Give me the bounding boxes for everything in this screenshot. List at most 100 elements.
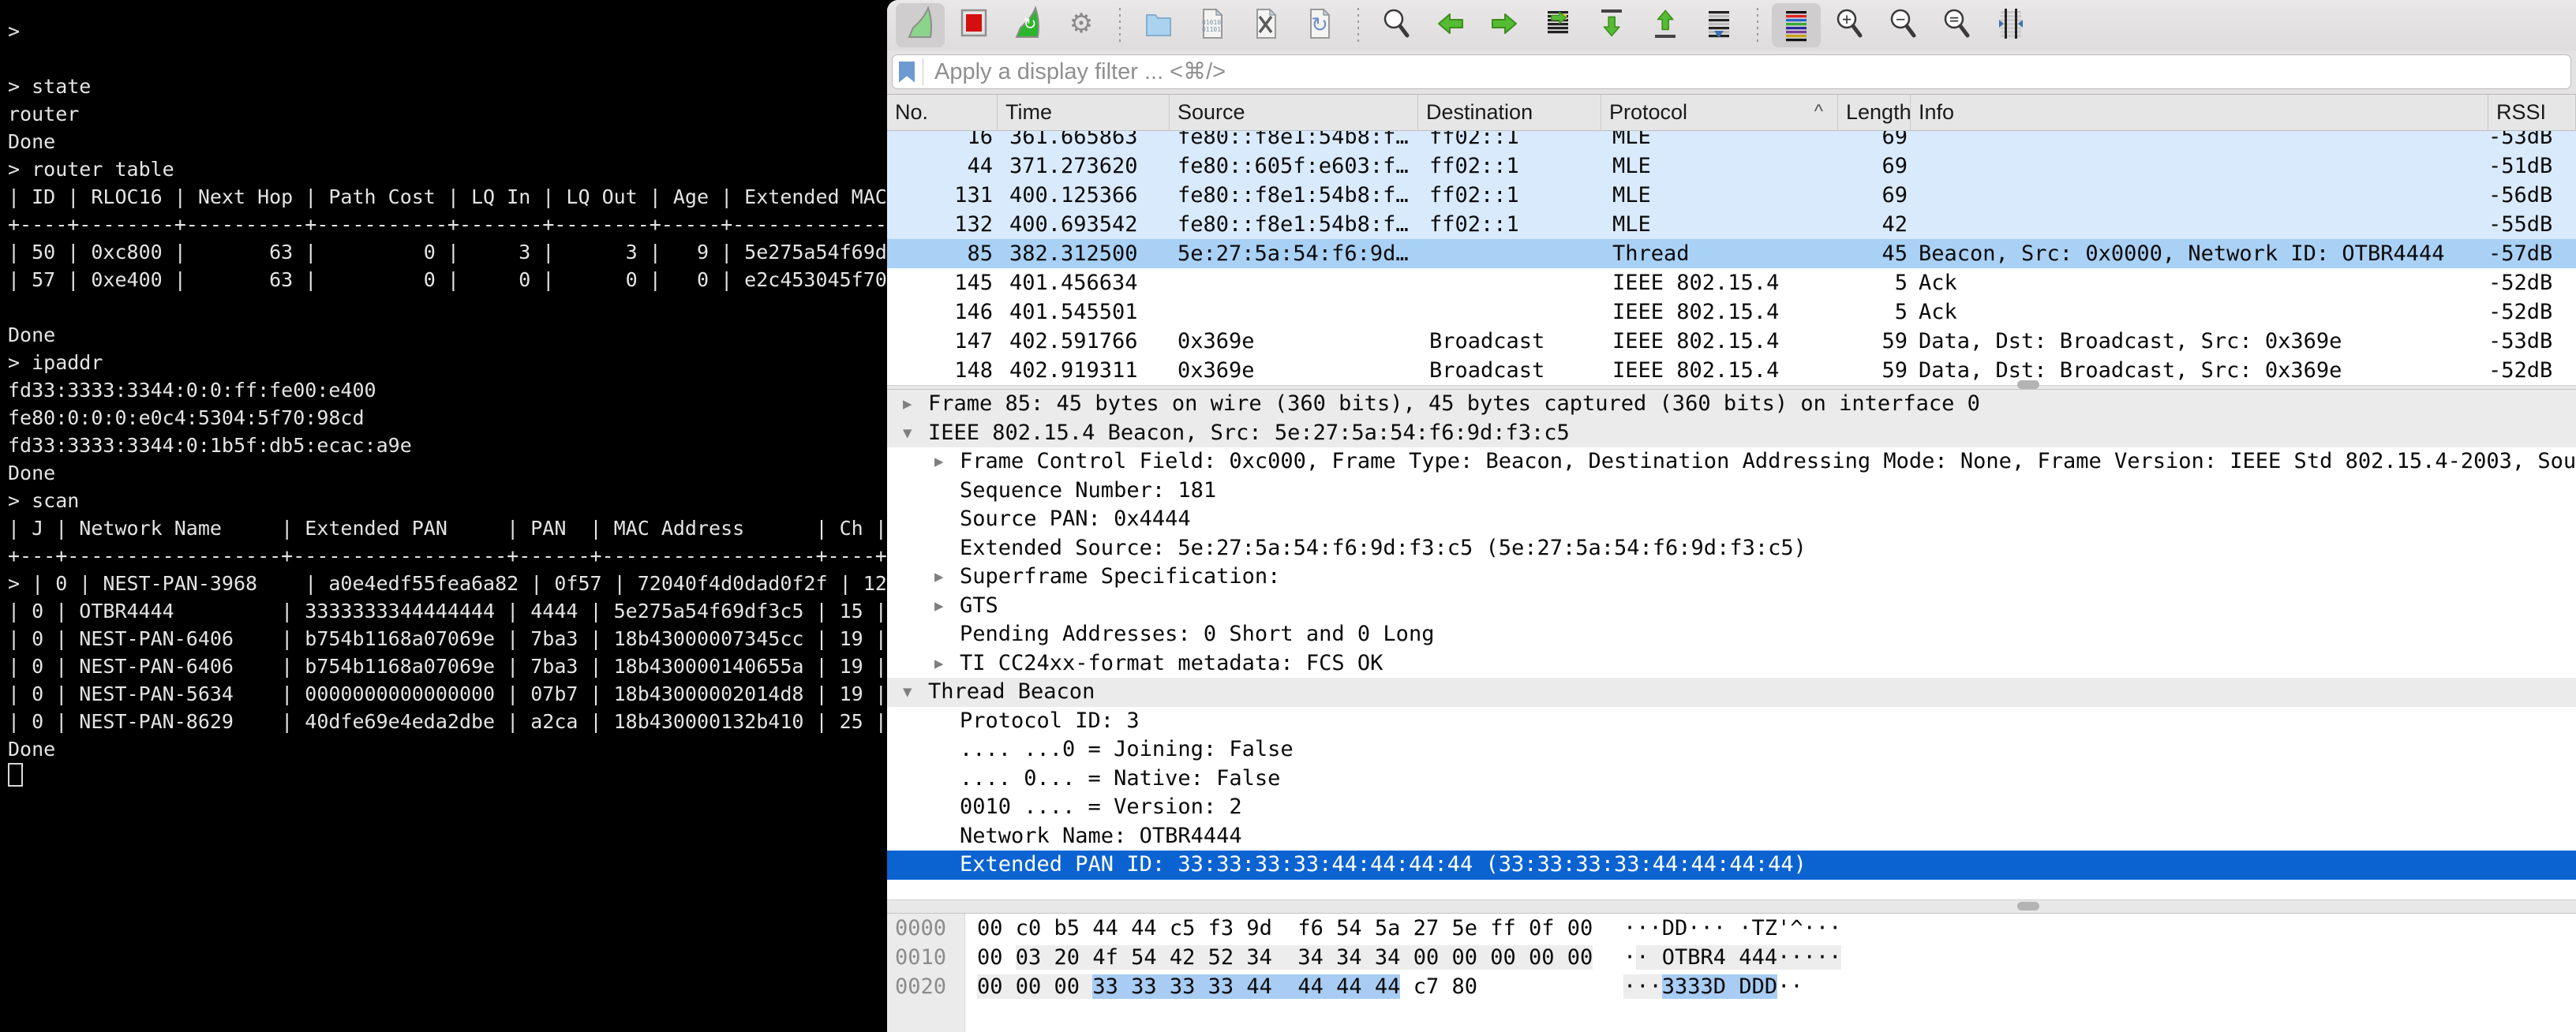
detail-row[interactable]: Source PAN: 0x4444 xyxy=(887,505,2576,534)
detail-row[interactable]: Network Name: OTBR4444 xyxy=(887,822,2576,851)
packet-row-146[interactable]: 146401.545501IEEE 802.15.45Ack-52dB xyxy=(887,297,2576,327)
detail-row[interactable]: .... 0... = Native: False xyxy=(887,765,2576,794)
display-filter-input[interactable] xyxy=(933,58,2570,86)
column-header-destination[interactable]: Destination xyxy=(1418,95,1601,131)
collapse-icon[interactable]: ▼ xyxy=(903,419,912,448)
resize-columns-button[interactable] xyxy=(1986,3,2035,47)
detail-text: Extended PAN ID: 33:33:33:33:44:44:44:44… xyxy=(960,851,1807,880)
display-filter-field[interactable] xyxy=(892,54,2571,89)
hex-row-0010[interactable]: 001000 03 20 4f 54 42 52 34 34 34 34 00 … xyxy=(887,943,2576,972)
toolbar-separator xyxy=(1119,8,1121,43)
zoom-out-button[interactable]: − xyxy=(1879,3,1928,47)
collapse-icon[interactable]: ▼ xyxy=(903,678,912,707)
go-last-icon xyxy=(1647,6,1683,46)
auto-scroll-icon xyxy=(1701,6,1737,46)
terminal-line: | 50 | 0xc800 | 63 | 0 | 3 | 3 | 9 | 5e2… xyxy=(8,238,887,266)
go-back-button[interactable] xyxy=(1426,3,1475,47)
hex-row-0020[interactable]: 002000 00 00 33 33 33 33 44 44 44 44 c7 … xyxy=(887,972,2576,1001)
detail-text: Protocol ID: 3 xyxy=(960,707,1140,736)
cell-rssi: -53dB xyxy=(2488,327,2576,356)
hex-offset: 0000 xyxy=(895,914,946,943)
detail-row[interactable]: ▼Thread Beacon xyxy=(887,678,2576,707)
detail-row[interactable]: Protocol ID: 3 xyxy=(887,707,2576,736)
cell-length: 59 xyxy=(1838,356,1911,385)
column-header-time[interactable]: Time xyxy=(998,95,1170,131)
column-header-source[interactable]: Source xyxy=(1170,95,1418,131)
detail-row[interactable]: ▶Superframe Specification: xyxy=(887,563,2576,592)
detail-text: Source PAN: 0x4444 xyxy=(960,505,1191,534)
column-header-protocol[interactable]: Protocol^ xyxy=(1601,95,1838,131)
detail-row[interactable]: Extended Source: 5e:27:5a:54:f6:9d:f3:c5… xyxy=(887,534,2576,563)
detail-row[interactable]: ▼IEEE 802.15.4 Beacon, Src: 5e:27:5a:54:… xyxy=(887,419,2576,448)
detail-row[interactable]: ▶Frame 85: 45 bytes on wire (360 bits), … xyxy=(887,390,2576,419)
auto-scroll-button[interactable] xyxy=(1694,3,1743,47)
column-label: Protocol xyxy=(1609,100,1687,124)
splitter-handle[interactable] xyxy=(2017,380,2039,389)
terminal-line: Done xyxy=(8,128,887,155)
packet-bytes-pane[interactable]: 000000 c0 b5 44 44 c5 f3 9d f6 54 5a 27 … xyxy=(887,914,2576,1032)
cell-time: 371.273620 xyxy=(998,151,1170,181)
detail-row[interactable]: 0010 .... = Version: 2 xyxy=(887,793,2576,822)
expand-icon[interactable]: ▶ xyxy=(934,563,943,592)
main-toolbar: ↻⚙0101001101↻+−= xyxy=(887,0,2576,50)
details-hex-splitter[interactable] xyxy=(887,899,2576,914)
column-header-length[interactable]: Length xyxy=(1838,95,1911,131)
reload-file-button[interactable]: ↻ xyxy=(1295,3,1344,47)
zoom-reset-icon: = xyxy=(1939,6,1975,46)
go-first-button[interactable] xyxy=(1587,3,1636,47)
zoom-in-button[interactable]: + xyxy=(1825,3,1874,47)
packet-row-16[interactable]: 16361.665863fe80::f8e1:54b8:f…ff02::1MLE… xyxy=(887,131,2576,151)
save-file-button[interactable]: 0101001101 xyxy=(1188,3,1237,47)
detail-row[interactable]: Extended PAN ID: 33:33:33:33:44:44:44:44… xyxy=(887,851,2576,880)
cell-info: Beacon, Src: 0x0000, Network ID: OTBR444… xyxy=(1911,239,2488,268)
packet-row-85[interactable]: 85382.3125005e:27:5a:54:f6:9d…Thread45Be… xyxy=(887,239,2576,268)
restart-capture-button[interactable]: ↻ xyxy=(1003,3,1052,47)
go-first-icon xyxy=(1593,6,1630,46)
column-header-rssi[interactable]: RSSI xyxy=(2488,95,2576,131)
detail-row[interactable]: Sequence Number: 181 xyxy=(887,477,2576,506)
capture-options-button[interactable]: ⚙ xyxy=(1057,3,1106,47)
cell-time: 400.125366 xyxy=(998,181,1170,210)
detail-row[interactable]: .... ...0 = Joining: False xyxy=(887,735,2576,765)
packet-row-44[interactable]: 44371.273620fe80::605f:e603:f…ff02::1MLE… xyxy=(887,151,2576,181)
hex-row-0000[interactable]: 000000 c0 b5 44 44 c5 f3 9d f6 54 5a 27 … xyxy=(887,914,2576,943)
colorize-button[interactable] xyxy=(1772,3,1821,47)
filter-bookmark-icon[interactable] xyxy=(899,62,915,83)
close-file-button[interactable] xyxy=(1241,3,1290,47)
stop-capture-button[interactable] xyxy=(949,3,998,47)
go-back-icon xyxy=(1432,6,1469,46)
go-last-button[interactable] xyxy=(1641,3,1690,47)
column-label: No. xyxy=(895,100,928,124)
column-header-info[interactable]: Info xyxy=(1911,95,2488,131)
open-file-icon xyxy=(1140,6,1177,46)
expand-icon[interactable]: ▶ xyxy=(903,390,912,419)
packet-row-147[interactable]: 147402.5917660x369eBroadcastIEEE 802.15.… xyxy=(887,327,2576,356)
expand-icon[interactable]: ▶ xyxy=(934,592,943,621)
terminal-line: | ID | RLOC16 | Next Hop | Path Cost | L… xyxy=(8,183,887,211)
splitter-handle[interactable] xyxy=(2017,902,2039,910)
packet-row-131[interactable]: 131400.125366fe80::f8e1:54b8:f…ff02::1ML… xyxy=(887,181,2576,210)
detail-row[interactable]: ▶TI CC24xx-format metadata: FCS OK xyxy=(887,649,2576,679)
detail-row[interactable]: ▶Frame Control Field: 0xc000, Frame Type… xyxy=(887,447,2576,477)
cell-length: 5 xyxy=(1838,297,1911,327)
reload-file-icon: ↻ xyxy=(1301,6,1338,46)
go-to-packet-button[interactable] xyxy=(1533,3,1582,47)
expand-icon[interactable]: ▶ xyxy=(934,447,943,477)
cell-no: 147 xyxy=(887,327,998,356)
packet-row-132[interactable]: 132400.693542fe80::f8e1:54b8:f…ff02::1ML… xyxy=(887,210,2576,239)
column-header-no[interactable]: No. xyxy=(887,95,998,131)
terminal-line: Done xyxy=(8,321,887,349)
expand-icon[interactable]: ▶ xyxy=(934,649,943,679)
terminal-window[interactable]: >> staterouterDone> router table| ID | R… xyxy=(0,0,887,1032)
detail-row[interactable]: ▶GTS xyxy=(887,592,2576,621)
start-capture-button[interactable] xyxy=(896,3,945,47)
cell-no: 16 xyxy=(887,131,998,151)
packet-row-148[interactable]: 148402.9193110x369eBroadcastIEEE 802.15.… xyxy=(887,356,2576,385)
zoom-reset-button[interactable]: = xyxy=(1933,3,1982,47)
find-packet-button[interactable] xyxy=(1372,3,1421,47)
open-file-button[interactable] xyxy=(1134,3,1183,47)
detail-row[interactable]: Pending Addresses: 0 Short and 0 Long xyxy=(887,620,2576,649)
start-capture-icon xyxy=(902,6,938,46)
packet-row-145[interactable]: 145401.456634IEEE 802.15.45Ack-52dB xyxy=(887,268,2576,297)
go-forward-button[interactable] xyxy=(1480,3,1529,47)
